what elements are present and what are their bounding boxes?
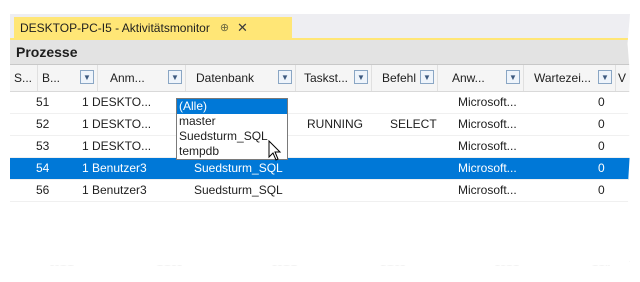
cell-b: 1: [82, 95, 89, 109]
cell-b: 1: [82, 117, 89, 131]
cell-application: Microsoft...: [458, 139, 517, 153]
cell-wait-time: 0: [598, 183, 605, 197]
cell-login: DESKTO...: [92, 95, 152, 109]
cell-session: 54: [36, 161, 50, 175]
column-header-label: B...: [42, 71, 61, 85]
cell-wait-time: 0: [598, 161, 605, 175]
table-row-selected[interactable]: 54 1 Benutzer3 Suedsturm_SQL Microsoft..…: [10, 158, 630, 180]
cell-session: 52: [36, 117, 50, 131]
pin-icon[interactable]: ⊕: [220, 21, 229, 34]
cell-login: Benutzer3: [92, 183, 147, 197]
cell-session: 56: [36, 183, 50, 197]
cell-wait-time: 0: [598, 139, 605, 153]
grid-header: S... B... ▼ Anm... ▼ Datenbank ▼ Taskst.…: [10, 65, 630, 92]
cell-wait-time: 0: [598, 95, 605, 109]
cell-b: 1: [82, 139, 89, 153]
column-header-wait-time[interactable]: Wartezei... ▼: [524, 65, 616, 91]
section-title: Prozesse: [16, 44, 78, 60]
dropdown-option-all[interactable]: (Alle): [177, 99, 287, 114]
column-header-label: Befehl: [382, 71, 417, 85]
column-header-v[interactable]: V: [616, 65, 630, 91]
activity-monitor-window: DESKTOP-PC-I5 - Aktivitätsmonitor ⊕ ✕ Pr…: [10, 14, 630, 262]
column-header-label: V: [618, 71, 627, 85]
column-header-task-state[interactable]: Taskst... ▼: [296, 65, 372, 91]
column-header-label: Datenbank: [196, 71, 255, 85]
column-header-b[interactable]: B... ▼: [38, 65, 98, 91]
cell-session: 53: [36, 139, 50, 153]
cell-command: SELECT: [390, 117, 437, 131]
cell-application: Microsoft...: [458, 183, 517, 197]
column-header-label: Anw...: [452, 71, 485, 85]
filter-dropdown-icon[interactable]: ▼: [354, 70, 368, 84]
cell-application: Microsoft...: [458, 95, 517, 109]
column-header-database[interactable]: Datenbank ▼: [186, 65, 296, 91]
document-tab[interactable]: DESKTOP-PC-I5 - Aktivitätsmonitor ⊕ ✕: [14, 17, 292, 38]
filter-dropdown-icon[interactable]: ▼: [168, 70, 182, 84]
cell-application: Microsoft...: [458, 117, 517, 131]
dropdown-option-master[interactable]: master: [177, 114, 287, 129]
cell-session: 51: [36, 95, 50, 109]
filter-dropdown-icon[interactable]: ▼: [420, 70, 434, 84]
table-row[interactable]: 56 1 Benutzer3 Suedsturm_SQL Microsoft..…: [10, 180, 630, 202]
column-header-label: Wartezei...: [534, 71, 591, 85]
cell-application: Microsoft...: [458, 161, 517, 175]
mouse-cursor-icon: [268, 140, 282, 161]
filter-dropdown-icon[interactable]: ▼: [278, 70, 292, 84]
process-grid: S... B... ▼ Anm... ▼ Datenbank ▼ Taskst.…: [10, 65, 630, 202]
filter-dropdown-icon[interactable]: ▼: [80, 70, 94, 84]
filter-dropdown-icon[interactable]: ▼: [506, 70, 520, 84]
processes-section-header[interactable]: Prozesse: [10, 40, 630, 65]
document-tab-title: DESKTOP-PC-I5 - Aktivitätsmonitor: [20, 20, 210, 35]
column-header-command[interactable]: Befehl ▼: [372, 65, 438, 91]
document-tab-bar: DESKTOP-PC-I5 - Aktivitätsmonitor ⊕ ✕: [10, 14, 630, 40]
cell-task-state: RUNNING: [307, 117, 363, 131]
column-header-label: S...: [14, 71, 33, 85]
filter-dropdown-icon[interactable]: ▼: [598, 70, 612, 84]
column-header-application[interactable]: Anw... ▼: [438, 65, 524, 91]
column-header-session[interactable]: S...: [10, 65, 38, 91]
cell-wait-time: 0: [598, 117, 605, 131]
cell-login: Benutzer3: [92, 161, 147, 175]
cell-login: DESKTO...: [92, 139, 152, 153]
table-row[interactable]: 53 1 DESKTO... master Microsoft... 0: [10, 136, 630, 158]
cell-database: Suedsturm_SQL: [194, 183, 283, 197]
column-header-label: Anm...: [110, 71, 145, 85]
cell-b: 1: [82, 183, 89, 197]
table-row[interactable]: 52 1 DESKTO... RUNNING SELECT Microsoft.…: [10, 114, 630, 136]
cell-b: 1: [82, 161, 89, 175]
close-icon[interactable]: ✕: [237, 20, 248, 36]
column-header-label: Taskst...: [304, 71, 349, 85]
cell-login: DESKTO...: [92, 117, 152, 131]
table-row[interactable]: 51 1 DESKTO... Microsoft... 0: [10, 92, 630, 114]
column-header-login[interactable]: Anm... ▼: [98, 65, 186, 91]
